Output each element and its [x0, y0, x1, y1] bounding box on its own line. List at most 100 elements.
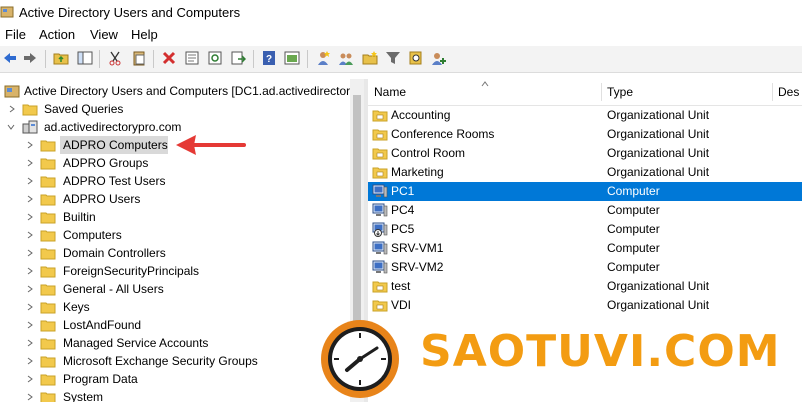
list-row-test[interactable]: test Organizational Unit	[368, 277, 802, 296]
row-name: Marketing	[391, 165, 444, 179]
chevron-right-icon[interactable]	[26, 141, 34, 149]
window-title: Active Directory Users and Computers	[19, 5, 241, 20]
chevron-right-icon[interactable]	[26, 231, 34, 239]
list-row-pc1[interactable]: PC1 Computer	[368, 182, 802, 201]
cut-icon[interactable]	[107, 50, 123, 66]
delete-icon[interactable]	[161, 50, 177, 66]
chevron-right-icon[interactable]	[8, 105, 16, 113]
new-group-icon[interactable]	[338, 50, 354, 66]
computer-icon	[372, 241, 388, 256]
refresh-icon[interactable]	[207, 50, 223, 66]
ou-folder-icon	[372, 165, 388, 180]
list-row-srv-vm1[interactable]: SRV-VM1 Computer	[368, 239, 802, 258]
chevron-right-icon[interactable]	[26, 249, 34, 257]
tree-root[interactable]: Active Directory Users and Computers [DC…	[0, 82, 364, 100]
chevron-right-icon[interactable]	[26, 339, 34, 347]
toolbar: ?	[0, 46, 802, 73]
list-row-conference-rooms[interactable]: Conference Rooms Organizational Unit	[368, 125, 802, 144]
add-to-group-icon[interactable]	[431, 50, 447, 66]
help-icon[interactable]: ?	[261, 50, 277, 66]
folder-icon	[40, 338, 56, 350]
new-user-icon[interactable]	[315, 50, 331, 66]
back-icon[interactable]	[2, 50, 18, 66]
tree-item-system[interactable]: System	[0, 388, 350, 402]
chevron-right-icon[interactable]	[26, 159, 34, 167]
tree-item-saved-queries[interactable]: Saved Queries	[0, 100, 364, 118]
tree-item-label: Program Data	[63, 372, 138, 386]
row-name: PC5	[391, 222, 415, 236]
tree-item-adpro-test-users[interactable]: ADPRO Test Users	[0, 172, 350, 190]
tree-item-general-all-users[interactable]: General - All Users	[0, 280, 350, 298]
row-name: Accounting	[391, 108, 451, 122]
properties-icon[interactable]	[184, 50, 200, 66]
tree-item-keys[interactable]: Keys	[0, 298, 350, 316]
chevron-right-icon[interactable]	[26, 321, 34, 329]
chevron-right-icon[interactable]	[26, 357, 34, 365]
tree-item-label: Domain Controllers	[63, 246, 166, 260]
tree-item-label: ForeignSecurityPrincipals	[63, 264, 200, 278]
title-bar: Active Directory Users and Computers	[0, 0, 802, 24]
up-folder-icon[interactable]	[53, 50, 69, 66]
row-type: Organizational Unit	[607, 146, 710, 160]
console-icon[interactable]	[284, 50, 300, 66]
tree-item-adpro-users[interactable]: ADPRO Users	[0, 190, 350, 208]
find-icon[interactable]	[408, 50, 424, 66]
menu-help[interactable]: Help	[131, 27, 158, 42]
computer-icon	[372, 203, 388, 218]
column-header-type[interactable]: Type	[607, 81, 633, 103]
list-row-accounting[interactable]: Accounting Organizational Unit	[368, 106, 802, 125]
column-header-name[interactable]: Name	[374, 81, 406, 103]
export-icon[interactable]	[230, 50, 246, 66]
menu-file[interactable]: File	[5, 27, 26, 42]
tree-item-foreignsecurityprincipals[interactable]: ForeignSecurityPrincipals	[0, 262, 350, 280]
ou-folder-icon	[372, 108, 388, 123]
chevron-right-icon[interactable]	[26, 393, 34, 401]
tree-item-builtin[interactable]: Builtin	[0, 208, 350, 226]
chevron-right-icon[interactable]	[26, 177, 34, 185]
scrollbar-thumb[interactable]	[353, 95, 361, 335]
folder-icon	[40, 302, 56, 314]
tree-item-microsoft-exchange-security-groups[interactable]: Microsoft Exchange Security Groups	[0, 352, 350, 370]
tree-item-program-data[interactable]: Program Data	[0, 370, 350, 388]
paste-icon[interactable]	[131, 50, 147, 66]
tree-item-domain-controllers[interactable]: Domain Controllers	[0, 244, 350, 262]
chevron-right-icon[interactable]	[26, 195, 34, 203]
folder-icon	[40, 392, 56, 402]
list-row-pc4[interactable]: PC4 Computer	[368, 201, 802, 220]
show-tree-icon[interactable]	[77, 50, 93, 66]
chevron-down-icon[interactable]	[7, 123, 15, 131]
chevron-right-icon[interactable]	[26, 303, 34, 311]
tree-item-label: System	[63, 390, 104, 402]
sort-ascending-icon	[481, 81, 489, 87]
tree-item-computers[interactable]: Computers	[0, 226, 350, 244]
chevron-right-icon[interactable]	[26, 267, 34, 275]
new-ou-icon[interactable]	[362, 50, 378, 66]
list-row-pc5[interactable]: PC5 Computer	[368, 220, 802, 239]
aduc-snapin-icon	[4, 85, 20, 98]
forward-icon[interactable]	[22, 50, 38, 66]
chevron-right-icon[interactable]	[26, 375, 34, 383]
chevron-right-icon[interactable]	[26, 285, 34, 293]
tree-item-managed-service-accounts[interactable]: Managed Service Accounts	[0, 334, 350, 352]
list-row-srv-vm2[interactable]: SRV-VM2 Computer	[368, 258, 802, 277]
chevron-right-icon[interactable]	[26, 213, 34, 221]
folder-icon	[40, 356, 56, 368]
column-separator[interactable]	[601, 83, 602, 101]
row-type: Organizational Unit	[607, 108, 710, 122]
column-separator[interactable]	[772, 83, 773, 101]
menu-view[interactable]: View	[90, 27, 118, 42]
tree-item-lostandfound[interactable]: LostAndFound	[0, 316, 350, 334]
console-tree[interactable]: Active Directory Users and Computers [DC…	[0, 79, 364, 402]
domain-icon	[22, 120, 38, 134]
filter-icon[interactable]	[385, 50, 401, 66]
list-row-control-room[interactable]: Control Room Organizational Unit	[368, 144, 802, 163]
menu-action[interactable]: Action	[39, 27, 75, 42]
tree-item-label: Keys	[63, 300, 90, 314]
folder-icon	[40, 158, 56, 170]
toolbar-separator	[45, 50, 46, 68]
list-row-vdi[interactable]: VDI Organizational Unit	[368, 296, 802, 315]
column-header-description[interactable]: Des	[778, 81, 799, 103]
tree-item-label: Computers	[63, 228, 122, 242]
row-type: Organizational Unit	[607, 298, 710, 312]
list-row-marketing[interactable]: Marketing Organizational Unit	[368, 163, 802, 182]
